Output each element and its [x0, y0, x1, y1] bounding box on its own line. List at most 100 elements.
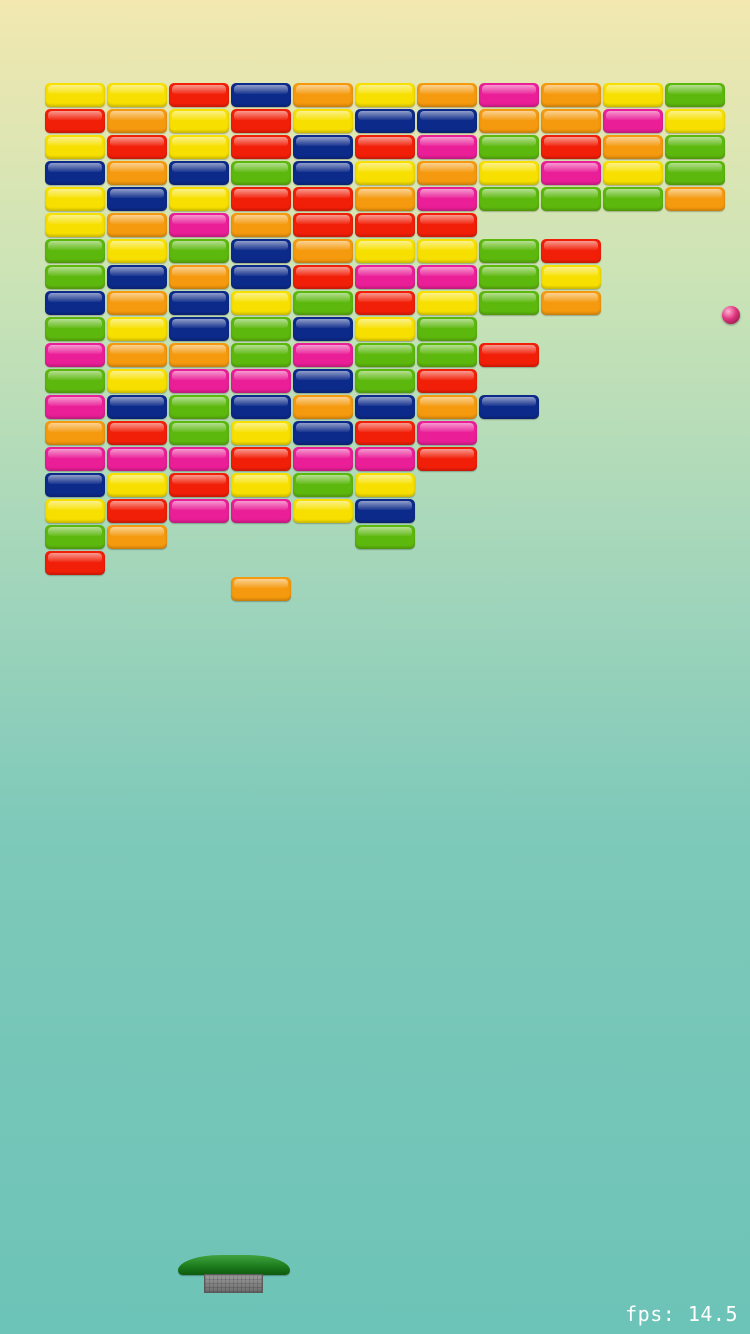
brick-magenta — [169, 369, 229, 393]
brick-green — [603, 187, 663, 211]
brick-yellow — [293, 109, 353, 133]
brick-red — [107, 421, 167, 445]
brick-green — [417, 343, 477, 367]
brick-yellow — [45, 83, 105, 107]
brick-magenta — [293, 447, 353, 471]
brick-yellow — [45, 135, 105, 159]
brick-green — [293, 473, 353, 497]
brick-magenta — [355, 265, 415, 289]
brick-red — [231, 135, 291, 159]
brick-red — [107, 499, 167, 523]
brick-orange — [107, 343, 167, 367]
brick-orange — [665, 187, 725, 211]
brick-navy — [45, 161, 105, 185]
brick-orange — [417, 83, 477, 107]
brick-yellow — [231, 421, 291, 445]
brick-red — [355, 291, 415, 315]
brick-navy — [45, 291, 105, 315]
brick-yellow — [355, 239, 415, 263]
brick-yellow — [45, 499, 105, 523]
brick-magenta — [169, 499, 229, 523]
brick-green — [45, 239, 105, 263]
brick-red — [293, 265, 353, 289]
fps-counter: fps: 14.5 — [625, 1302, 738, 1326]
brick-green — [541, 187, 601, 211]
brick-orange — [107, 161, 167, 185]
brick-yellow — [231, 473, 291, 497]
brick-green — [169, 395, 229, 419]
brick-yellow — [107, 239, 167, 263]
game-canvas[interactable]: fps: 14.5 — [0, 0, 750, 1334]
brick-orange — [293, 83, 353, 107]
brick-green — [665, 135, 725, 159]
brick-navy — [169, 317, 229, 341]
brick-navy — [355, 395, 415, 419]
brick-orange — [169, 265, 229, 289]
brick-green — [479, 239, 539, 263]
brick-green — [45, 369, 105, 393]
brick-magenta — [169, 213, 229, 237]
brick-magenta — [355, 447, 415, 471]
brick-yellow — [355, 317, 415, 341]
brick-magenta — [417, 187, 477, 211]
brick-orange — [355, 187, 415, 211]
brick-navy — [479, 395, 539, 419]
brick-magenta — [45, 447, 105, 471]
brick-magenta — [603, 109, 663, 133]
brick-navy — [231, 83, 291, 107]
brick-red — [169, 473, 229, 497]
brick-yellow — [665, 109, 725, 133]
brick-green — [45, 317, 105, 341]
brick-magenta — [541, 161, 601, 185]
brick-red — [293, 187, 353, 211]
brick-yellow — [293, 499, 353, 523]
brick-navy — [293, 317, 353, 341]
paddle[interactable] — [178, 1255, 290, 1293]
brick-green — [355, 369, 415, 393]
brick-yellow — [169, 109, 229, 133]
brick-green — [231, 317, 291, 341]
brick-magenta — [45, 395, 105, 419]
brick-green — [355, 343, 415, 367]
brick-red — [417, 369, 477, 393]
brick-red — [417, 213, 477, 237]
brick-navy — [231, 395, 291, 419]
brick-red — [541, 135, 601, 159]
brick-orange — [417, 161, 477, 185]
brick-red — [541, 239, 601, 263]
brick-orange — [417, 395, 477, 419]
brick-green — [231, 161, 291, 185]
brick-green — [231, 343, 291, 367]
brick-magenta — [231, 499, 291, 523]
brick-red — [231, 187, 291, 211]
brick-orange — [231, 213, 291, 237]
brick-yellow — [45, 187, 105, 211]
brick-orange — [541, 109, 601, 133]
brick-yellow — [541, 265, 601, 289]
brick-green — [479, 187, 539, 211]
brick-yellow — [107, 473, 167, 497]
brick-orange — [107, 109, 167, 133]
brick-magenta — [231, 369, 291, 393]
brick-navy — [169, 291, 229, 315]
brick-navy — [231, 239, 291, 263]
brick-red — [231, 447, 291, 471]
brick-yellow — [45, 213, 105, 237]
brick-magenta — [169, 447, 229, 471]
brick-orange — [541, 291, 601, 315]
brick-red — [45, 551, 105, 575]
brick-orange — [293, 395, 353, 419]
brick-green — [479, 291, 539, 315]
brick-red — [417, 447, 477, 471]
brick-yellow — [231, 291, 291, 315]
brick-navy — [293, 369, 353, 393]
brick-orange — [603, 135, 663, 159]
brick-magenta — [417, 135, 477, 159]
brick-magenta — [417, 265, 477, 289]
brick-yellow — [479, 161, 539, 185]
brick-navy — [293, 421, 353, 445]
brick-navy — [293, 135, 353, 159]
brick-red — [169, 83, 229, 107]
brick-orange — [541, 83, 601, 107]
brick-navy — [293, 161, 353, 185]
